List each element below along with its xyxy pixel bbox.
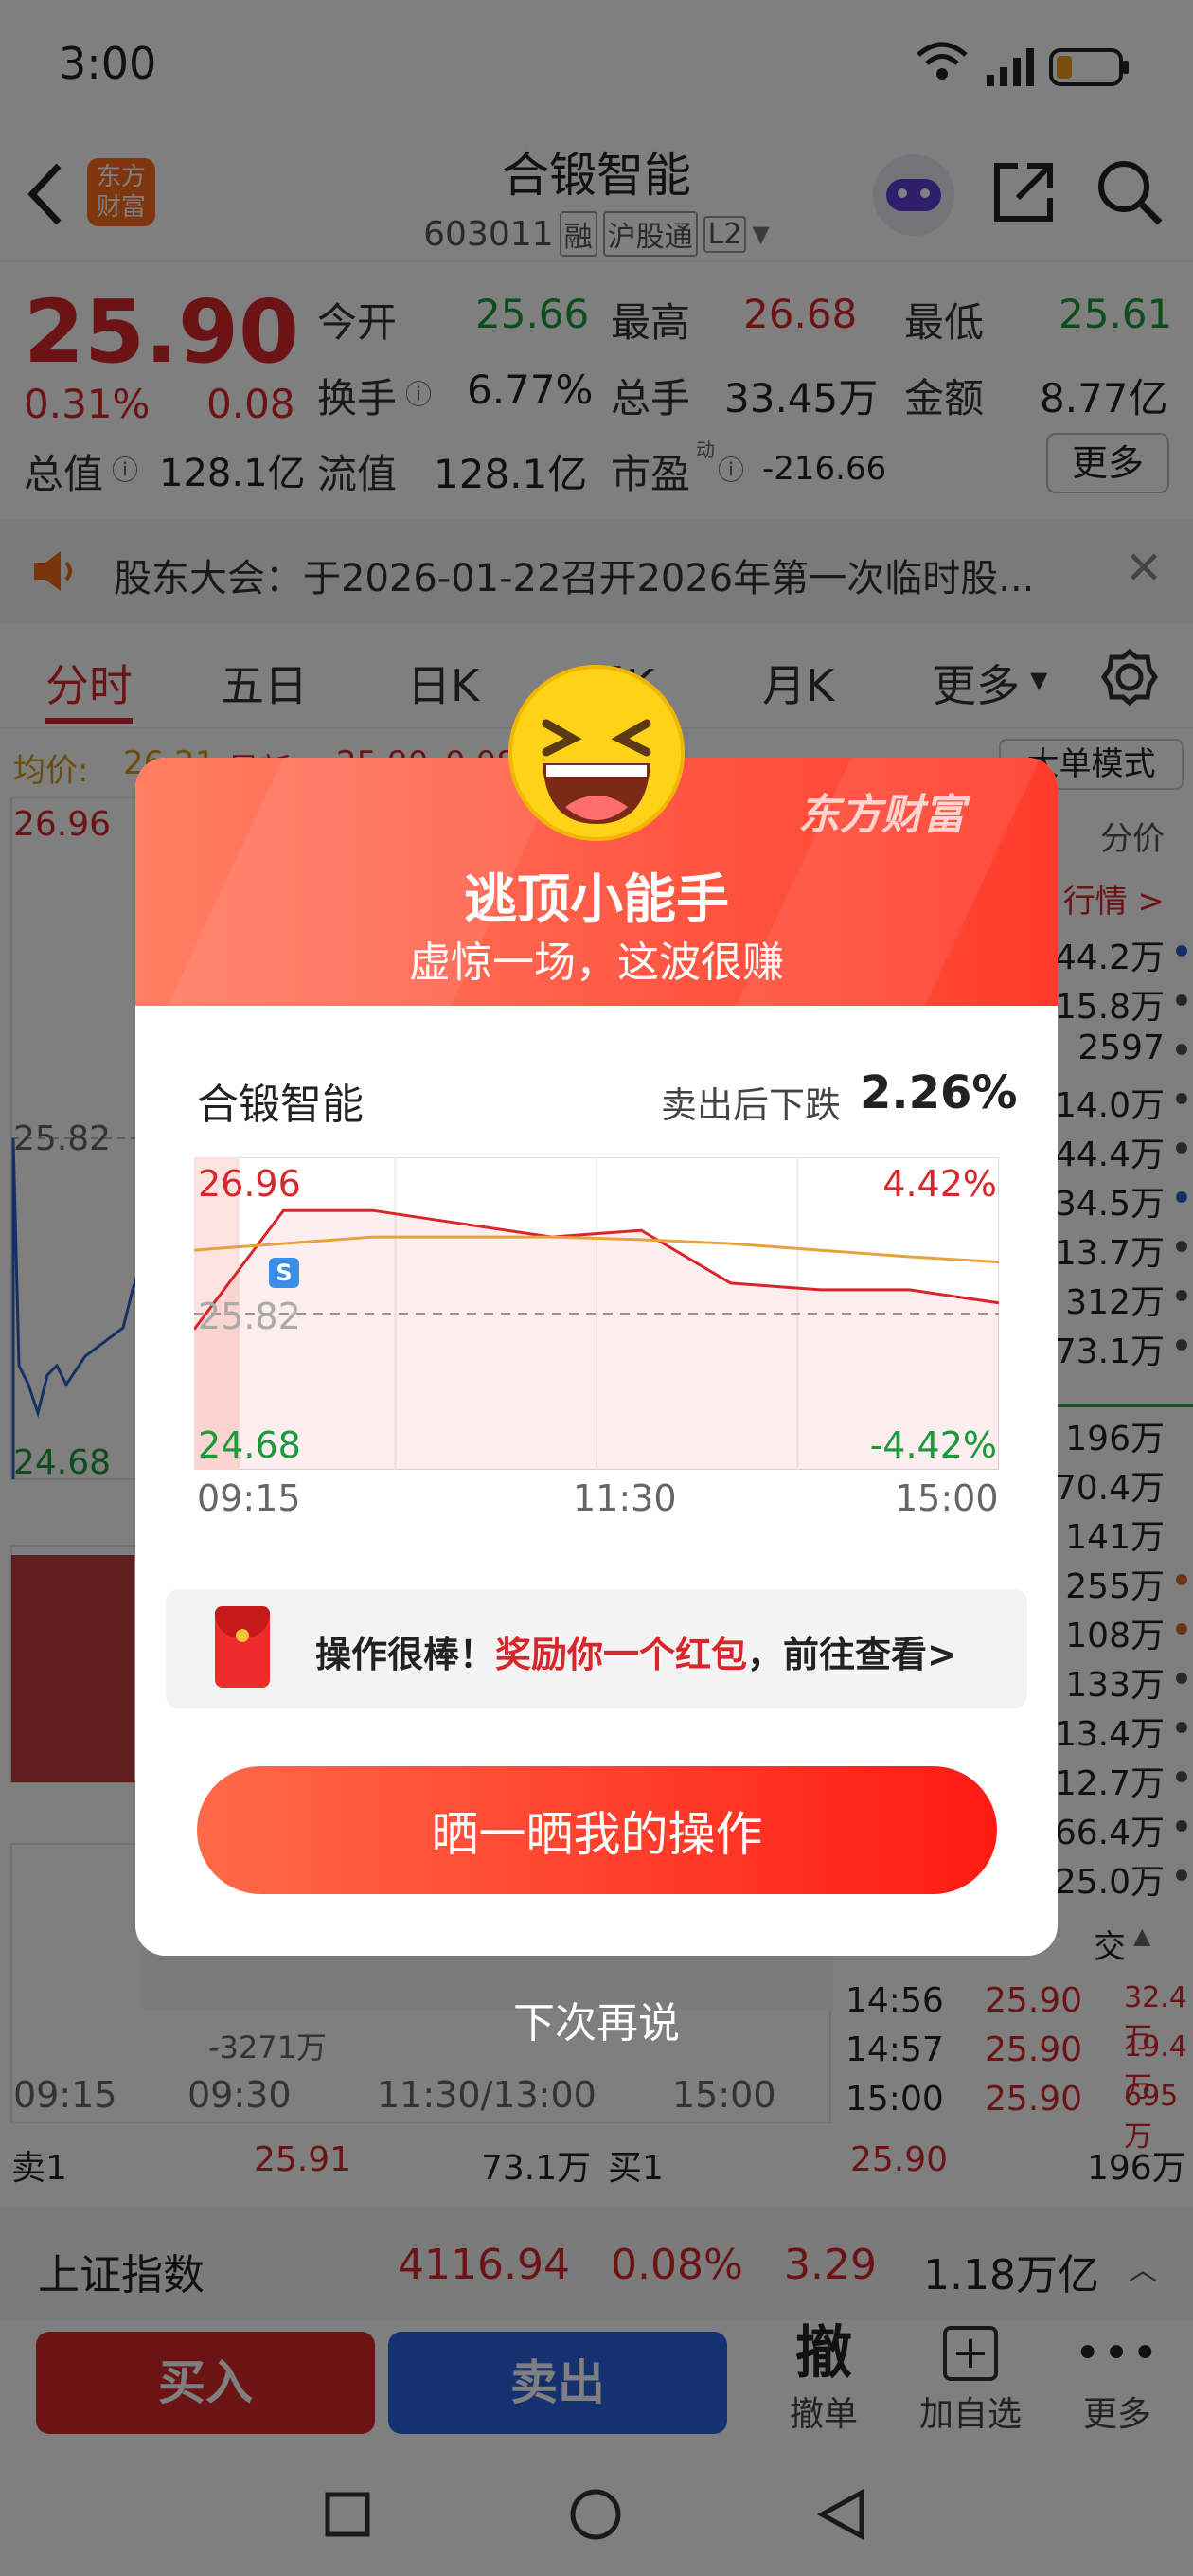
reward-text-c: ，前往查看> — [747, 1634, 957, 1675]
popup-pct-high: 4.42% — [882, 1163, 997, 1205]
achievement-popup: 东方财富 逃顶小能手 虚惊一场，这波很赚 合锻智能 卖出后下跌 2.26% 26… — [135, 758, 1058, 1956]
reward-text-b: 奖励你一个红包 — [495, 1634, 748, 1675]
popup-pct-low: -4.42% — [869, 1424, 997, 1466]
popup-y-low: 24.68 — [198, 1424, 301, 1466]
popup-subtitle: 虚惊一场，这波很赚 — [409, 939, 784, 987]
laughing-emoji-icon — [508, 665, 685, 841]
red-packet-icon — [215, 1606, 270, 1688]
red-packet-banner[interactable]: 操作很棒！奖励你一个红包，前往查看> — [166, 1589, 1027, 1708]
reward-text: 操作很棒！奖励你一个红包，前往查看> — [315, 1625, 957, 1677]
reward-text-a: 操作很棒！ — [315, 1634, 496, 1675]
popup-time-1: 11:30 — [573, 1477, 677, 1519]
popup-chart-svg — [192, 1156, 1000, 1471]
dismiss-link[interactable]: 下次再说 — [0, 1989, 1193, 2049]
popup-y-mid: 25.82 — [198, 1296, 301, 1337]
popup-y-high: 26.96 — [198, 1163, 301, 1205]
brand-watermark: 东方财富 — [798, 791, 965, 839]
popup-title: 逃顶小能手 — [464, 869, 729, 931]
share-operation-button[interactable]: 晒一晒我的操作 — [197, 1766, 997, 1894]
drop-label: 卖出后下跌 — [661, 1084, 842, 1126]
app: 3:00 东方财富 合锻智能 603011 融 沪股通 L2 ▼ — [0, 0, 1193, 2576]
drop-value: 2.26% — [860, 1066, 1018, 1119]
popup-time-2: 15:00 — [895, 1477, 999, 1519]
popup-chart: 26.96 25.82 24.68 4.42% -4.42% S — [192, 1156, 1000, 1471]
sell-marker-icon: S — [269, 1258, 299, 1288]
popup-time-0: 09:15 — [197, 1477, 301, 1519]
popup-stock-name: 合锻智能 — [197, 1081, 364, 1129]
